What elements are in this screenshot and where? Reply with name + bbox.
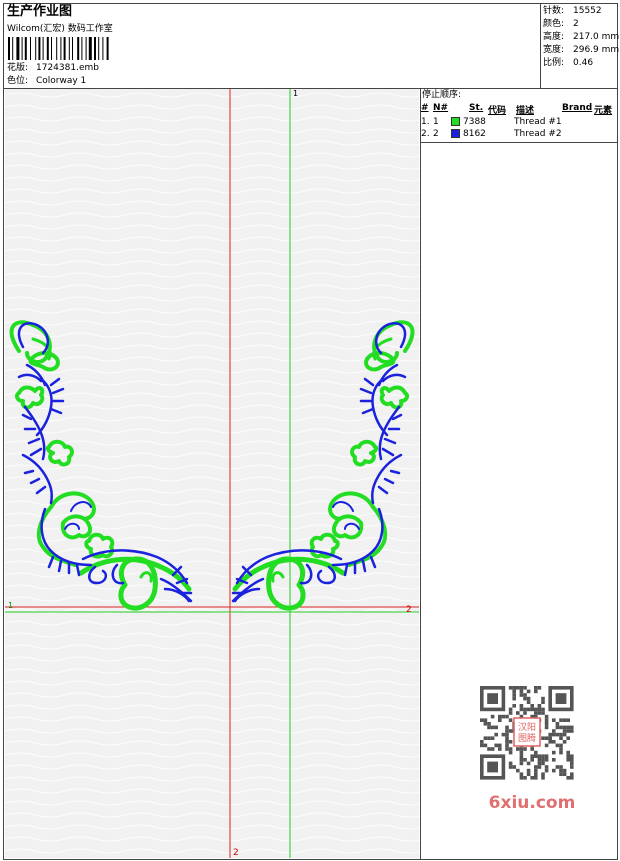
- axis-label-right: 2: [406, 605, 412, 615]
- company-name: Wilcom(汇宏) 数码工作室: [7, 24, 113, 34]
- col-element: 元素: [594, 106, 613, 116]
- barcode-icon: [8, 37, 109, 60]
- stat-scale-label: 比例:: [543, 58, 565, 68]
- qr-watermark: 汉阳 图腾 6xiu.com: [470, 680, 586, 815]
- col-desc: 描述: [516, 106, 535, 116]
- thread-swatch: [451, 129, 460, 138]
- badge-line-2: 图腾: [518, 732, 536, 744]
- col-brand: Brand: [562, 103, 593, 113]
- col-st: St.: [469, 103, 484, 113]
- stat-stitches-value: 15552: [573, 6, 602, 16]
- design-label: 花版:: [7, 63, 29, 73]
- table-row: 1. 1 7388 Thread #1: [421, 116, 617, 127]
- axis-label-top: 1: [293, 89, 299, 98]
- stat-stitches-label: 针数:: [543, 6, 565, 16]
- embroidery-preview: [5, 89, 419, 858]
- stat-width-value: 296.9 mm: [573, 45, 620, 55]
- design-canvas[interactable]: [5, 89, 419, 858]
- thread-swatch: [451, 117, 460, 126]
- stat-scale-value: 0.46: [573, 58, 594, 68]
- stat-colors-value: 2: [573, 19, 579, 29]
- col-code: 代码: [488, 106, 507, 116]
- badge-line-1: 汉阳: [518, 722, 536, 733]
- row-num: 1.: [421, 117, 430, 127]
- row-code: 8162: [463, 129, 486, 139]
- row-n: 2: [433, 129, 439, 139]
- stat-width-label: 宽度:: [543, 45, 565, 55]
- axis-label-left: 1: [8, 601, 14, 610]
- qr-code-icon: 汉阳 图腾 6xiu.com: [480, 686, 576, 813]
- row-n: 1: [433, 117, 439, 127]
- stop-sequence-title: 停止顺序:: [422, 90, 462, 100]
- page-title: 生产作业图: [7, 4, 73, 19]
- watermark-site: 6xiu.com: [489, 793, 576, 813]
- col-n: N#: [433, 103, 449, 113]
- row-desc: Thread #1: [514, 117, 562, 127]
- design-value: 1724381.emb: [36, 63, 99, 73]
- colorway-label: 色位:: [7, 76, 29, 86]
- colorway-value: Colorway 1: [36, 76, 87, 86]
- row-desc: Thread #2: [514, 129, 562, 139]
- row-code: 7388: [463, 117, 486, 127]
- col-num: #: [421, 103, 429, 113]
- stat-colors-label: 颜色:: [543, 19, 565, 29]
- stat-height-value: 217.0 mm: [573, 32, 620, 42]
- table-row: 2. 2 8162 Thread #2: [421, 128, 617, 139]
- row-num: 2.: [421, 129, 430, 139]
- axis-label-bottom: 2: [233, 848, 239, 858]
- stat-height-label: 高度:: [543, 32, 565, 42]
